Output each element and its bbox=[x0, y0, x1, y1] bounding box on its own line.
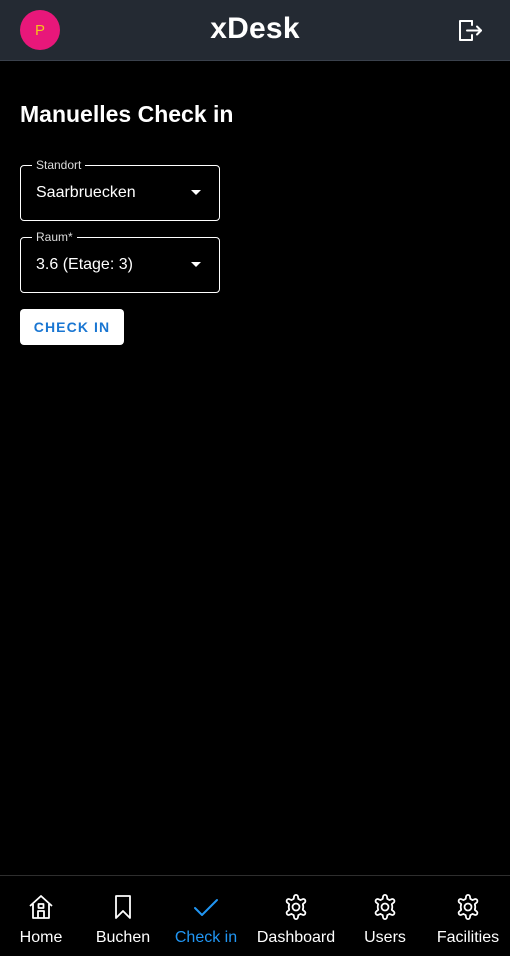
nav-item-facilities[interactable]: Facilities bbox=[423, 876, 510, 956]
check-icon bbox=[194, 899, 218, 916]
home-icon bbox=[29, 895, 53, 919]
location-label: Standort bbox=[32, 158, 86, 172]
nav-item-users[interactable]: Users bbox=[340, 876, 430, 956]
app-header: P xDesk bbox=[0, 0, 510, 61]
room-label: Raum* bbox=[32, 230, 77, 244]
dropdown-arrow-icon bbox=[191, 262, 201, 267]
nav-item-check-in[interactable]: Check in bbox=[161, 876, 251, 956]
room-value: 3.6 (Etage: 3) bbox=[36, 256, 133, 273]
gear-icon bbox=[285, 894, 307, 920]
location-select[interactable]: Standort Saarbruecken bbox=[20, 158, 220, 221]
check-in-button[interactable]: CHECK IN bbox=[20, 309, 124, 345]
app-title: xDesk bbox=[210, 12, 300, 45]
app-root: P xDesk Manuelles Check in Standort Saar… bbox=[0, 0, 510, 956]
nav-label-home: Home bbox=[19, 929, 63, 946]
nav-label-users: Users bbox=[364, 929, 406, 946]
nav-label-buchen: Buchen bbox=[95, 929, 151, 946]
nav-label-facilities: Facilities bbox=[436, 929, 500, 946]
nav-item-home[interactable]: Home bbox=[0, 876, 86, 956]
logout-icon[interactable] bbox=[456, 16, 484, 44]
bookmark-icon bbox=[115, 895, 131, 919]
page-title: Manuelles Check in bbox=[20, 101, 234, 127]
gear-icon bbox=[374, 894, 396, 920]
location-value: Saarbruecken bbox=[36, 184, 136, 201]
nav-label-dashboard: Dashboard bbox=[256, 929, 336, 946]
nav-item-buchen[interactable]: Buchen bbox=[78, 876, 168, 956]
gear-icon bbox=[457, 894, 479, 920]
nav-item-dashboard[interactable]: Dashboard bbox=[251, 876, 341, 956]
bottom-nav: Home Buchen Check in Dashboard Users Fac… bbox=[0, 875, 510, 956]
dropdown-arrow-icon bbox=[191, 190, 201, 195]
nav-label-check-in: Check in bbox=[174, 929, 238, 946]
room-select[interactable]: Raum* 3.6 (Etage: 3) bbox=[20, 230, 220, 293]
